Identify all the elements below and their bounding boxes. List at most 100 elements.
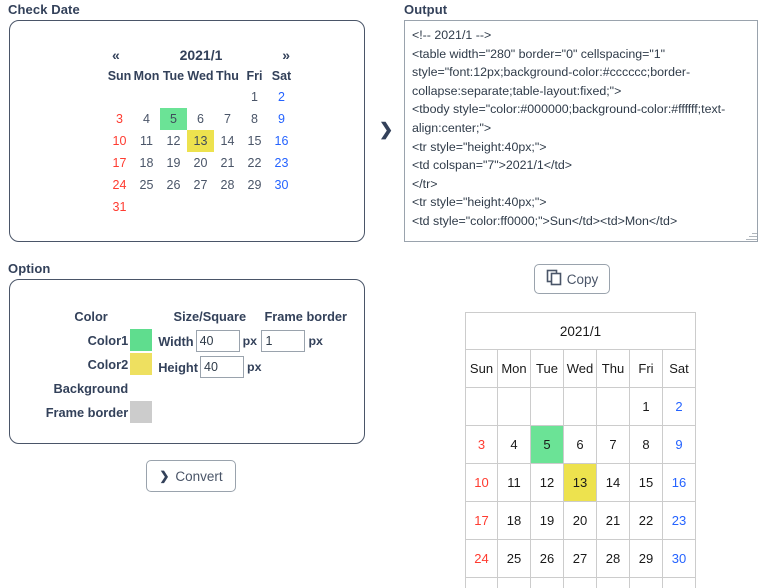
- height-input[interactable]: [200, 356, 244, 378]
- datepicker-day[interactable]: 10: [106, 130, 133, 152]
- datepicker-day[interactable]: 30: [268, 174, 295, 196]
- frame-border-column-header: Frame border: [264, 309, 347, 324]
- datepicker-day[interactable]: 27: [187, 174, 214, 196]
- datepicker-weekday: Mon: [133, 69, 160, 83]
- result-calendar-day: 10: [465, 464, 498, 502]
- result-calendar-day: 7: [597, 426, 630, 464]
- datepicker-weekday-row: Sun Mon Tue Wed Thu Fri Sat: [106, 67, 296, 86]
- result-calendar-day: 28: [597, 540, 630, 578]
- color-swatch[interactable]: [130, 377, 153, 399]
- color-column-header: Color: [74, 309, 108, 324]
- width-label: Width: [158, 333, 194, 349]
- frame-border-row: px: [261, 328, 350, 354]
- datepicker-day[interactable]: 14: [214, 130, 241, 152]
- datepicker-day[interactable]: 20: [187, 152, 214, 174]
- result-calendar-day: 6: [564, 426, 597, 464]
- next-month-button[interactable]: »: [282, 47, 290, 63]
- width-input[interactable]: [195, 330, 240, 352]
- datepicker-day[interactable]: 21: [214, 152, 241, 174]
- result-calendar-day: 9: [663, 426, 696, 464]
- datepicker-header: « 2021/1 »: [106, 47, 296, 67]
- datepicker-weekday: Sat: [271, 69, 292, 83]
- size-column-header: Size/Square: [173, 309, 247, 324]
- datepicker-day[interactable]: 29: [241, 174, 268, 196]
- datepicker-day[interactable]: 31: [106, 196, 133, 218]
- datepicker-day-grid[interactable]: 1 2 3 4 5 6 7 8 9 10 11 12 13 14 15 16 17 18 19 20 21 22 23 24 2…: [106, 86, 296, 218]
- datepicker-day[interactable]: 1: [241, 86, 268, 108]
- result-calendar-day: 30: [663, 540, 696, 578]
- copy-button[interactable]: Copy: [534, 264, 610, 294]
- datepicker-day[interactable]: 18: [133, 152, 160, 174]
- result-calendar-week-row: 31: [465, 578, 696, 588]
- output-textarea[interactable]: <!-- 2021/1 --> <table width="280" borde…: [404, 20, 758, 242]
- option-heading: Option: [8, 261, 51, 276]
- result-calendar-weekday: Sat: [663, 350, 696, 388]
- result-calendar-day-empty: [531, 388, 564, 426]
- result-calendar-day-empty: [597, 578, 630, 588]
- chevron-right-icon: ❯: [379, 120, 394, 139]
- color-swatch[interactable]: [130, 401, 153, 423]
- datepicker-day-empty: [268, 196, 295, 218]
- datepicker-day[interactable]: 19: [160, 152, 187, 174]
- datepicker-day[interactable]: 17: [106, 152, 133, 174]
- datepicker-day[interactable]: 13: [187, 130, 214, 152]
- result-calendar-week-row: 3456789: [465, 426, 696, 464]
- result-calendar-week-row: 24 25 26 27 28 29 30: [465, 540, 696, 578]
- check-date-panel: « 2021/1 » Sun Mon Tue Wed Thu Fri Sat 1234567…: [9, 20, 365, 242]
- result-calendar-day: 25: [498, 540, 531, 578]
- frame-border-input[interactable]: [261, 330, 306, 352]
- datepicker-day[interactable]: 3: [106, 108, 133, 130]
- datepicker-day[interactable]: 25: [133, 174, 160, 196]
- datepicker-day[interactable]: 28: [214, 174, 241, 196]
- option-columns: Color Color1 Color2 Background Frame border…: [30, 306, 350, 424]
- datepicker-day[interactable]: 7: [214, 108, 241, 130]
- datepicker-day[interactable]: 22: [241, 152, 268, 174]
- result-calendar-day: 1: [630, 388, 663, 426]
- color-option-label: Background: [53, 380, 129, 396]
- result-calendar-day: 21: [597, 502, 630, 540]
- result-calendar-day: 23: [663, 502, 696, 540]
- result-calendar-weekday: Sun: [465, 350, 498, 388]
- frame-border-column: Frame border px: [261, 306, 350, 354]
- result-calendar-day: 26: [531, 540, 564, 578]
- result-calendar-day: 27: [564, 540, 597, 578]
- option-content: Color Color1 Color2 Background Frame border…: [30, 306, 350, 424]
- datepicker-day[interactable]: 2: [268, 86, 295, 108]
- datepicker-day[interactable]: 15: [241, 130, 268, 152]
- datepicker-day[interactable]: 23: [268, 152, 295, 174]
- width-row: Width px: [158, 328, 261, 354]
- datepicker-day[interactable]: 26: [160, 174, 187, 196]
- color-option-row: Frame border: [30, 400, 153, 424]
- datepicker-day[interactable]: 24: [106, 174, 133, 196]
- datepicker-day[interactable]: 5: [160, 108, 187, 130]
- datepicker-day[interactable]: 8: [241, 108, 268, 130]
- prev-month-button[interactable]: «: [112, 47, 120, 63]
- datepicker-day[interactable]: 6: [187, 108, 214, 130]
- result-calendar-body: 2021/1 Sun Mon Tue Wed Thu Fri Sat 1 2 3 4 5 6 7 8 9 10 11…: [465, 312, 696, 588]
- result-calendar-day: 22: [630, 502, 663, 540]
- convert-button-label: Convert: [175, 468, 223, 484]
- datepicker-day[interactable]: 11: [133, 130, 160, 152]
- datepicker-day[interactable]: 12: [160, 130, 187, 152]
- result-calendar-day-empty: [630, 578, 663, 588]
- color-swatch[interactable]: [130, 329, 153, 351]
- datepicker-day[interactable]: 9: [268, 108, 295, 130]
- color-swatch[interactable]: [130, 353, 153, 375]
- result-calendar-day: 5: [531, 426, 564, 464]
- result-calendar-table: 2021/1 Sun Mon Tue Wed Thu Fri Sat 1 2 3 4 5 6 7 8 9 10 11…: [465, 312, 696, 588]
- result-calendar-day: 2: [663, 388, 696, 426]
- result-calendar-weekday: Tue: [531, 350, 564, 388]
- datepicker-title: 2021/1: [179, 47, 223, 63]
- result-calendar-day: 24: [465, 540, 498, 578]
- datepicker-day[interactable]: 16: [268, 130, 295, 152]
- datepicker[interactable]: « 2021/1 » Sun Mon Tue Wed Thu Fri Sat 1234567…: [106, 47, 296, 218]
- datepicker-day-empty: [160, 86, 187, 108]
- output-heading: Output: [404, 2, 448, 17]
- result-calendar-day: 12: [531, 464, 564, 502]
- copy-icon: [546, 269, 563, 289]
- datepicker-weekday: Wed: [187, 69, 214, 83]
- datepicker-day-empty: [241, 196, 268, 218]
- datepicker-day-empty: [133, 196, 160, 218]
- datepicker-day[interactable]: 4: [133, 108, 160, 130]
- convert-button[interactable]: ❯ Convert: [146, 460, 236, 492]
